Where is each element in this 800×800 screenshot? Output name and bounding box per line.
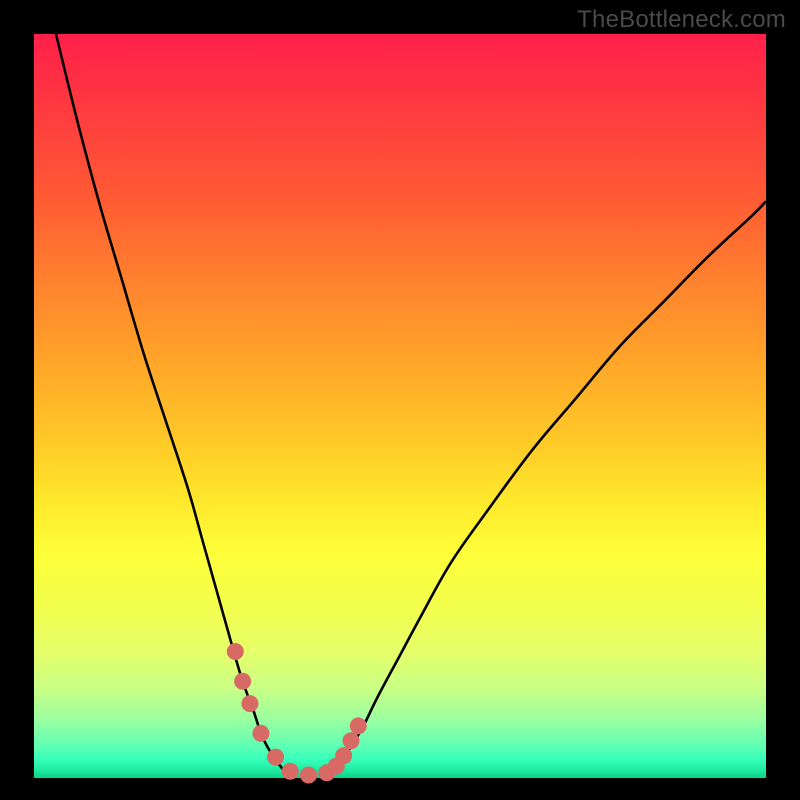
- right-curve: [327, 201, 766, 773]
- watermark-text: TheBottleneck.com: [577, 6, 786, 34]
- highlight-marker: [227, 643, 244, 660]
- left-curve: [56, 34, 290, 774]
- highlight-marker: [252, 725, 269, 742]
- highlight-marker: [342, 732, 359, 749]
- highlight-marker: [335, 747, 352, 764]
- highlight-marker: [300, 767, 317, 784]
- highlight-marker: [267, 749, 284, 766]
- highlight-marker: [350, 717, 367, 734]
- highlight-marker: [234, 673, 251, 690]
- highlight-marker: [282, 763, 299, 780]
- highlight-markers: [227, 643, 367, 784]
- chart-frame: TheBottleneck.com: [0, 0, 800, 800]
- plot-area: [34, 34, 766, 778]
- highlight-marker: [241, 695, 258, 712]
- chart-svg: [34, 34, 766, 778]
